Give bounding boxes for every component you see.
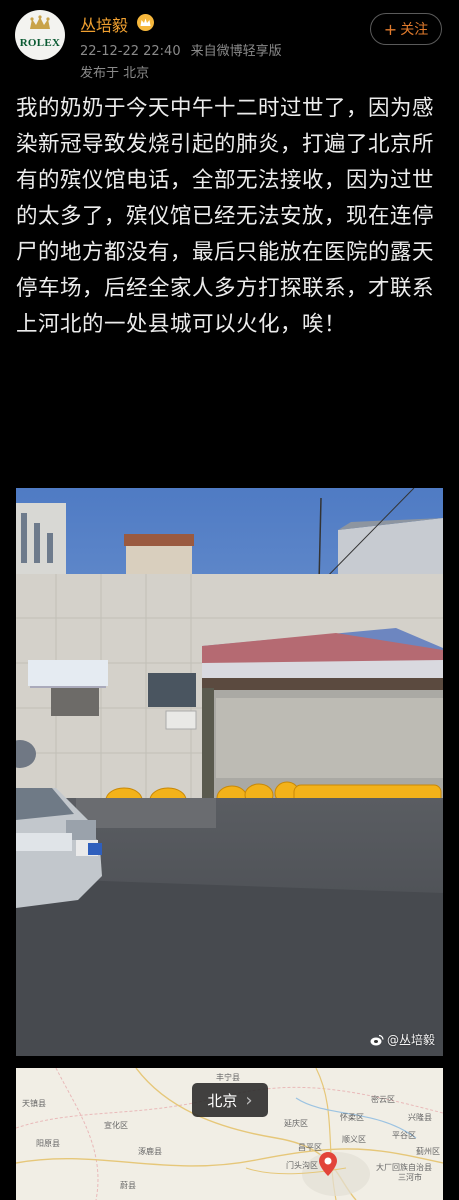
- map-label: 阳原县: [36, 1139, 60, 1148]
- post-image-illustration: [16, 488, 443, 1056]
- map-label: 丰宁县: [216, 1073, 240, 1082]
- map-label: 涿鹿县: [138, 1147, 162, 1156]
- avatar-brand-text: ROLEX: [19, 37, 61, 49]
- map-label: 顺义区: [342, 1135, 366, 1144]
- map-label: 天镇县: [22, 1099, 46, 1108]
- map-label: 门头沟区: [286, 1161, 318, 1170]
- post-meta: 22-12-22 22:40 来自微博轻享版: [80, 40, 282, 59]
- watermark-text: @丛培毅: [386, 1033, 435, 1047]
- post-location: 发布于 北京: [80, 66, 150, 81]
- post-header: ROLEX 丛培毅 22-12-22 22:40 来自微博轻享版 发布于 北京 +…: [0, 0, 459, 95]
- vip-crown-badge-icon[interactable]: [137, 14, 154, 31]
- username[interactable]: 丛培毅: [80, 12, 128, 36]
- follow-button[interactable]: + 关注: [370, 13, 442, 45]
- map-label: 蓟州区: [416, 1147, 440, 1156]
- weibo-icon: [370, 1034, 384, 1045]
- map-pin-icon: [319, 1152, 337, 1176]
- map-label: 蔚县: [120, 1181, 136, 1190]
- map-location-button[interactable]: 北京 ›: [192, 1083, 268, 1117]
- location-map[interactable]: 天镇县 阳原县 宣化区 涿鹿县 丰宁县 延庆区 怀柔区 密云区 兴隆县 顺义区 …: [16, 1068, 443, 1200]
- map-place-name: 北京: [207, 1091, 238, 1110]
- post-time: 22-12-22 22:40: [80, 44, 181, 59]
- image-watermark: @丛培毅: [370, 1031, 435, 1048]
- chevron-right-icon: ›: [245, 1089, 253, 1111]
- map-label: 密云区: [371, 1095, 395, 1104]
- follow-button-label: 关注: [400, 22, 429, 38]
- avatar[interactable]: ROLEX: [15, 10, 65, 60]
- map-label: 怀柔区: [340, 1113, 364, 1122]
- crown-icon: [30, 15, 50, 29]
- plus-icon: +: [383, 19, 398, 39]
- map-label: 延庆区: [284, 1119, 308, 1128]
- map-label: 平谷区: [392, 1131, 416, 1140]
- map-label: 宣化区: [104, 1121, 128, 1130]
- post-body-text: 我的奶奶于今天中午十二时过世了，因为感染新冠导致发烧引起的肺炎，打遍了北京所有的…: [16, 96, 435, 337]
- post-image[interactable]: @丛培毅: [16, 488, 443, 1056]
- map-label: 兴隆县: [408, 1113, 432, 1122]
- map-label: 三河市: [398, 1173, 422, 1182]
- post-source[interactable]: 来自微博轻享版: [191, 44, 282, 59]
